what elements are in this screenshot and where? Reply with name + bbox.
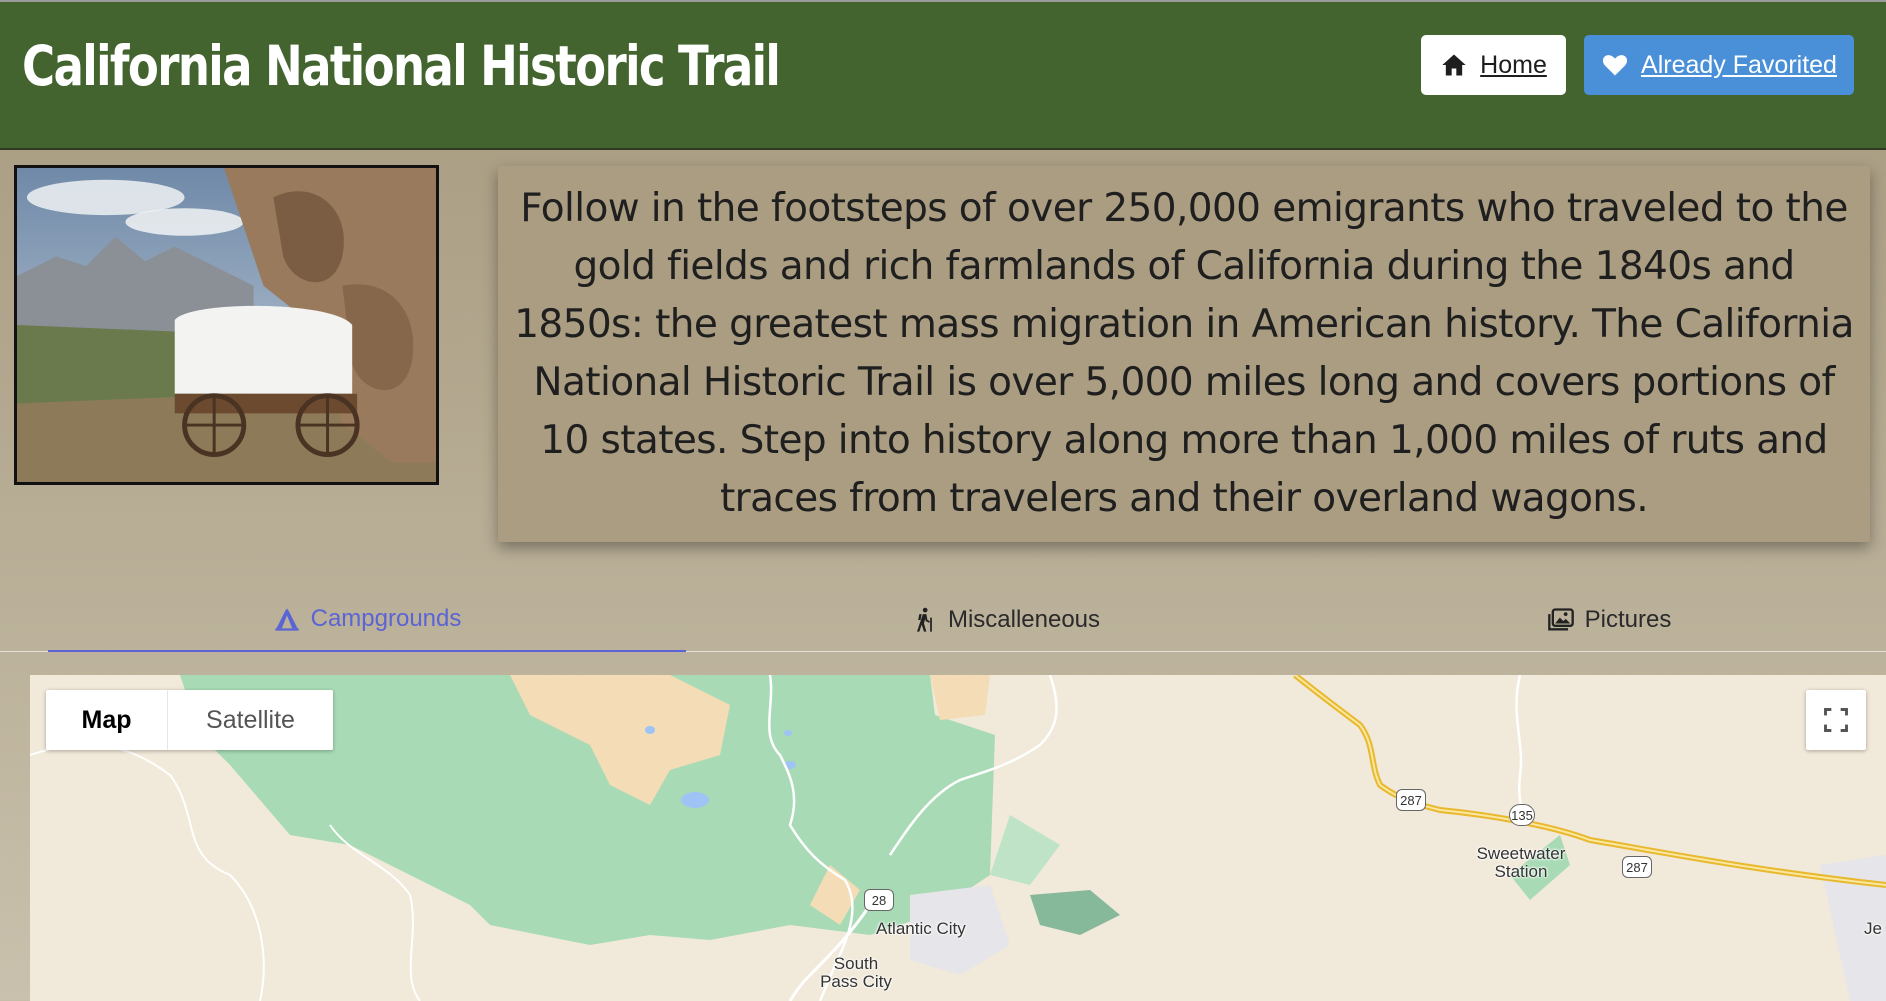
fullscreen-icon xyxy=(1824,708,1848,732)
tab-miscellaneous-label: Miscalleneous xyxy=(947,606,1101,633)
favorite-button-label: Already Favorited xyxy=(1641,50,1837,79)
fullscreen-button[interactable] xyxy=(1806,690,1866,750)
tab-campgrounds-label: Campgrounds xyxy=(310,605,462,632)
home-icon xyxy=(1442,54,1466,76)
intro-panel: Follow in the footsteps of over 250,000 … xyxy=(498,166,1870,542)
place-label-atlantic-city: Atlantic City xyxy=(876,919,966,938)
home-button[interactable]: Home xyxy=(1421,35,1566,95)
route-135-shield: 135 xyxy=(1509,804,1535,826)
covered-wagon-photo xyxy=(14,165,439,485)
tab-pictures-label: Pictures xyxy=(1584,606,1672,633)
place-label-sweetwater-line2: Station xyxy=(1494,862,1548,881)
map-type-control: Map Satellite xyxy=(46,690,333,750)
home-button-label: Home xyxy=(1480,50,1547,79)
place-label-south-pass-city-line2: Pass City xyxy=(820,972,892,991)
route-28-shield: 28 xyxy=(864,889,894,911)
tent-icon xyxy=(274,608,299,631)
tab-miscellaneous[interactable]: Miscalleneous xyxy=(686,588,1324,652)
map-view[interactable]: Map Satellite 28 287 135 287 Atlantic Ci… xyxy=(30,675,1886,1001)
tab-campgrounds[interactable]: Campgrounds xyxy=(48,588,686,652)
intro-text: Follow in the footsteps of over 250,000 … xyxy=(514,186,1854,521)
place-label-partial: Je xyxy=(1864,919,1882,938)
tab-pictures[interactable]: Pictures xyxy=(1290,588,1886,652)
favorite-button[interactable]: Already Favorited xyxy=(1584,35,1854,95)
route-287-shield-east: 287 xyxy=(1622,856,1652,878)
place-label-sweetwater-line1: Sweetwater xyxy=(1476,844,1566,863)
site-header: California National Historic Trail Home … xyxy=(0,2,1886,150)
route-287-shield: 287 xyxy=(1396,789,1426,811)
heart-icon xyxy=(1602,55,1628,76)
tab-bar: Campgrounds Miscalleneous Pictures xyxy=(0,588,1886,652)
map-type-satellite-button[interactable]: Satellite xyxy=(167,690,333,750)
map-type-map-button[interactable]: Map xyxy=(46,690,167,750)
hiker-icon xyxy=(916,607,932,632)
images-icon xyxy=(1547,608,1574,631)
page-title: California National Historic Trail xyxy=(22,34,781,98)
place-label-south-pass-city-line1: South xyxy=(833,954,879,973)
